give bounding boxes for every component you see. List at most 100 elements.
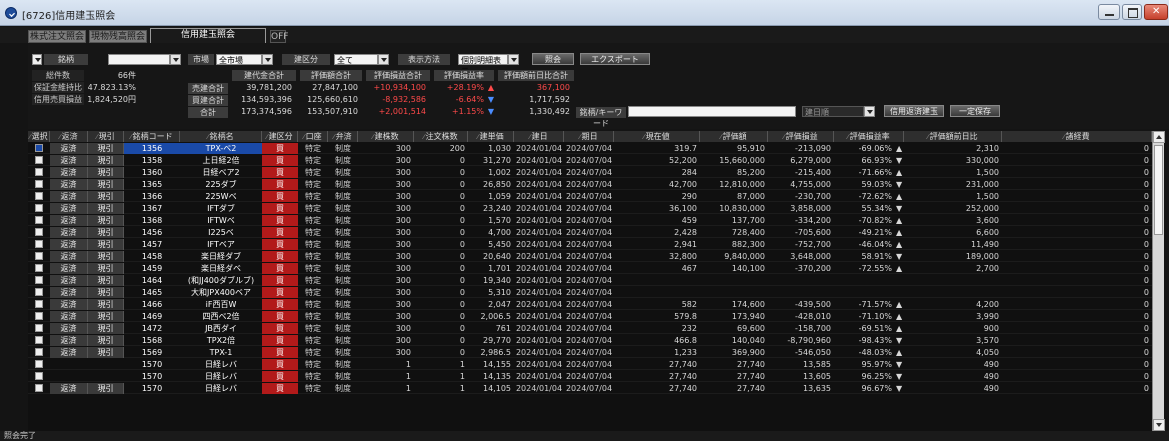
column-header-due[interactable]: 期日 bbox=[564, 131, 614, 142]
cell-act1[interactable]: 返済 bbox=[50, 383, 88, 394]
cell-act1[interactable]: 返済 bbox=[50, 263, 88, 274]
tab-order-inquiry[interactable]: 株式注文照会 bbox=[28, 30, 86, 43]
cell-act1[interactable]: 返済 bbox=[50, 143, 88, 154]
column-header-plr[interactable]: 評価損益率 bbox=[834, 131, 904, 142]
tab-margin-position[interactable]: 信用建玉照会 bbox=[150, 28, 266, 43]
vertical-scrollbar[interactable] bbox=[1152, 131, 1165, 431]
cell-act2[interactable]: 現引 bbox=[88, 179, 124, 190]
cell-act1[interactable]: 返済 bbox=[50, 251, 88, 262]
row-select-checkbox[interactable] bbox=[35, 288, 43, 296]
table-row[interactable]: 返済 現引 1458 楽日経ダブ 買特定 制度 300 0 20,640 2024/01/04 20… bbox=[28, 251, 1152, 262]
cell-act2[interactable]: 現引 bbox=[88, 227, 124, 238]
row-select-checkbox[interactable] bbox=[35, 192, 43, 200]
column-header-kubun[interactable]: 建区分 bbox=[262, 131, 298, 142]
cell-act2[interactable]: 現引 bbox=[88, 155, 124, 166]
column-header-act1[interactable]: 返済 bbox=[50, 131, 88, 142]
shokai-button[interactable]: 照会 bbox=[532, 53, 574, 65]
cell-act2[interactable]: 現引 bbox=[88, 347, 124, 358]
cell-act2[interactable]: 現引 bbox=[88, 311, 124, 322]
sort-select[interactable]: 建日順 bbox=[802, 106, 864, 117]
table-row[interactable]: 返済 現引 1366 225Wベ 買特定 制度 300 0 1,059 2024/01/04 202… bbox=[28, 191, 1152, 202]
scroll-thumb[interactable] bbox=[1154, 145, 1163, 235]
column-header-chk[interactable]: 選択 bbox=[28, 131, 50, 142]
cell-act2[interactable]: 現引 bbox=[88, 239, 124, 250]
row-select-checkbox[interactable] bbox=[35, 156, 43, 164]
minimize-button[interactable] bbox=[1098, 4, 1120, 20]
row-select-checkbox[interactable] bbox=[35, 264, 43, 272]
row-select-checkbox[interactable] bbox=[35, 252, 43, 260]
table-row[interactable]: 返済 現引 1570 日経レバ 買特定 制度 1 1 14,105 2024/01/04 2024/… bbox=[28, 383, 1152, 394]
table-row[interactable]: 返済 現引 1367 IFTダブ 買特定 制度 300 0 23,240 2024/01/04 20… bbox=[28, 203, 1152, 214]
cell-act1[interactable]: 返済 bbox=[50, 323, 88, 334]
cell-act2[interactable]: 現引 bbox=[88, 191, 124, 202]
table-row[interactable]: 返済 現引 1457 IFTベア 買特定 制度 300 0 5,450 2024/01/04 202… bbox=[28, 239, 1152, 250]
row-select-checkbox[interactable] bbox=[35, 216, 43, 224]
cell-act2[interactable]: 現引 bbox=[88, 167, 124, 178]
table-row[interactable]: 返済 現引 1368 IFTWベ 買特定 制度 300 0 1,570 2024/01/04 202… bbox=[28, 215, 1152, 226]
hyoji-select[interactable]: 個別明細表示 bbox=[458, 54, 508, 76]
row-select-checkbox[interactable] bbox=[35, 144, 43, 152]
cell-act2[interactable]: 現引 bbox=[88, 275, 124, 286]
sort-dropdown-icon[interactable] bbox=[864, 106, 875, 117]
cell-act2[interactable]: 現引 bbox=[88, 203, 124, 214]
cell-act1[interactable]: 返済 bbox=[50, 299, 88, 310]
scroll-up-icon[interactable] bbox=[1153, 131, 1165, 143]
cell-act1[interactable]: 返済 bbox=[50, 311, 88, 322]
row-select-checkbox[interactable] bbox=[35, 180, 43, 188]
table-row[interactable]: 返済 現引 1469 四西ベ2倍 買特定 制度 300 0 2,006.5 2024/01/04 2… bbox=[28, 311, 1152, 322]
hyoji-dropdown-icon[interactable] bbox=[508, 54, 519, 65]
table-row[interactable]: 1570 日経レバ 買特定 制度 1 1 14,155 2024/01/04 2024/07/0… bbox=[28, 359, 1152, 370]
shijo-dropdown-icon[interactable] bbox=[262, 54, 273, 65]
cell-act2[interactable]: 現引 bbox=[88, 143, 124, 154]
table-row[interactable]: 返済 現引 1358 上日経2倍 買特定 制度 300 0 31,270 2024/01/04 20… bbox=[28, 155, 1152, 166]
column-header-order[interactable]: 注文株数 bbox=[414, 131, 468, 142]
column-header-code[interactable]: 銘柄コード bbox=[124, 131, 180, 142]
cell-act1[interactable]: 返済 bbox=[50, 347, 88, 358]
column-header-cur[interactable]: 現在値 bbox=[614, 131, 700, 142]
cell-act2[interactable]: 現引 bbox=[88, 299, 124, 310]
export-button[interactable]: エクスポート bbox=[580, 53, 650, 65]
cell-act1[interactable]: 返済 bbox=[50, 335, 88, 346]
row-select-checkbox[interactable] bbox=[35, 168, 43, 176]
row-select-checkbox[interactable] bbox=[35, 360, 43, 368]
column-header-bensai[interactable]: 弁済 bbox=[328, 131, 358, 142]
row-select-checkbox[interactable] bbox=[35, 372, 43, 380]
cell-act2[interactable]: 現引 bbox=[88, 287, 124, 298]
column-header-koza[interactable]: 口座 bbox=[298, 131, 328, 142]
row-select-checkbox[interactable] bbox=[35, 348, 43, 356]
row-select-checkbox[interactable] bbox=[35, 324, 43, 332]
keyword-input[interactable] bbox=[628, 106, 796, 117]
table-row[interactable]: 1570 日経レバ 買特定 制度 1 1 14,135 2024/01/04 2024/07/0… bbox=[28, 371, 1152, 382]
table-row[interactable]: 返済 現引 1569 TPX-1 買特定 制度 300 0 2,986.5 2024/01/04 2… bbox=[28, 347, 1152, 358]
row-select-checkbox[interactable] bbox=[35, 300, 43, 308]
tab-off-toggle[interactable]: OFF bbox=[270, 30, 288, 43]
row-select-checkbox[interactable] bbox=[35, 240, 43, 248]
row-select-checkbox[interactable] bbox=[35, 312, 43, 320]
meigara-dropdown-icon[interactable] bbox=[170, 54, 181, 65]
cell-act1[interactable]: 返済 bbox=[50, 191, 88, 202]
tatekubun-dropdown-icon[interactable] bbox=[378, 54, 389, 65]
table-row[interactable]: 返済 現引 1459 楽日経ダベ 買特定 制度 300 0 1,701 2024/01/04 202… bbox=[28, 263, 1152, 274]
cell-act1[interactable]: 返済 bbox=[50, 155, 88, 166]
row-select-checkbox[interactable] bbox=[35, 384, 43, 392]
maximize-button[interactable] bbox=[1122, 4, 1142, 20]
margin-repay-button[interactable]: 信用返済建玉 bbox=[884, 105, 944, 117]
table-row[interactable]: 返済 現引 1360 日経ベア2 買特定 制度 300 0 1,002 2024/01/04 202… bbox=[28, 167, 1152, 178]
cell-act1[interactable]: 返済 bbox=[50, 227, 88, 238]
cell-act1[interactable]: 返済 bbox=[50, 167, 88, 178]
shijo-select[interactable]: 全市場 bbox=[216, 54, 262, 65]
column-header-pl[interactable]: 評価損益 bbox=[768, 131, 834, 142]
cell-act2[interactable]: 現引 bbox=[88, 335, 124, 346]
tatekubun-select[interactable]: 全て bbox=[334, 54, 378, 65]
meigara-input[interactable] bbox=[108, 54, 170, 65]
tab-cash-balance[interactable]: 現物残高照会 bbox=[89, 30, 147, 43]
table-row[interactable]: 返済 現引 1464 (和JJ400ダブルブ) 買特定 制度 300 0 19,340 2024/… bbox=[28, 275, 1152, 286]
column-header-date[interactable]: 建日 bbox=[514, 131, 564, 142]
row-select-checkbox[interactable] bbox=[35, 204, 43, 212]
table-row[interactable]: 返済 現引 1356 TPX-ベ2 買特定 制度 300 200 1,030 2024/01/04… bbox=[28, 143, 1152, 154]
save-settings-button[interactable]: 一定保存 bbox=[950, 105, 1000, 117]
cell-act1[interactable]: 返済 bbox=[50, 215, 88, 226]
column-header-qty[interactable]: 建株数 bbox=[358, 131, 414, 142]
scroll-down-icon[interactable] bbox=[1153, 419, 1165, 431]
cell-act2[interactable]: 現引 bbox=[88, 215, 124, 226]
